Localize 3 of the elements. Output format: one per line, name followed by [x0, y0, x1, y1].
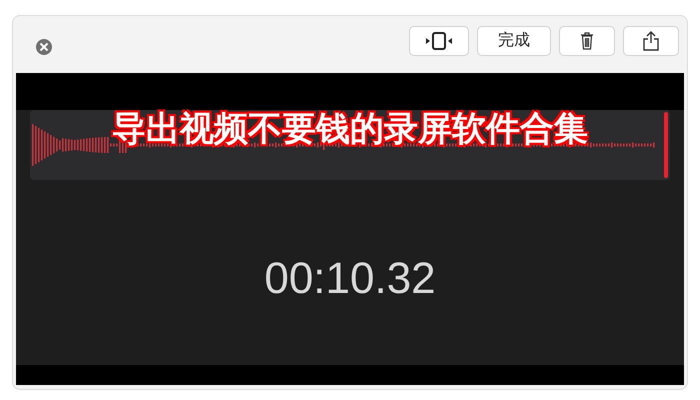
caption-text: 导出视频不要钱的录屏软件合集 — [112, 109, 588, 150]
elapsed-time: 00:10.32 — [263, 253, 437, 305]
done-button[interactable]: 完成 — [477, 26, 551, 56]
